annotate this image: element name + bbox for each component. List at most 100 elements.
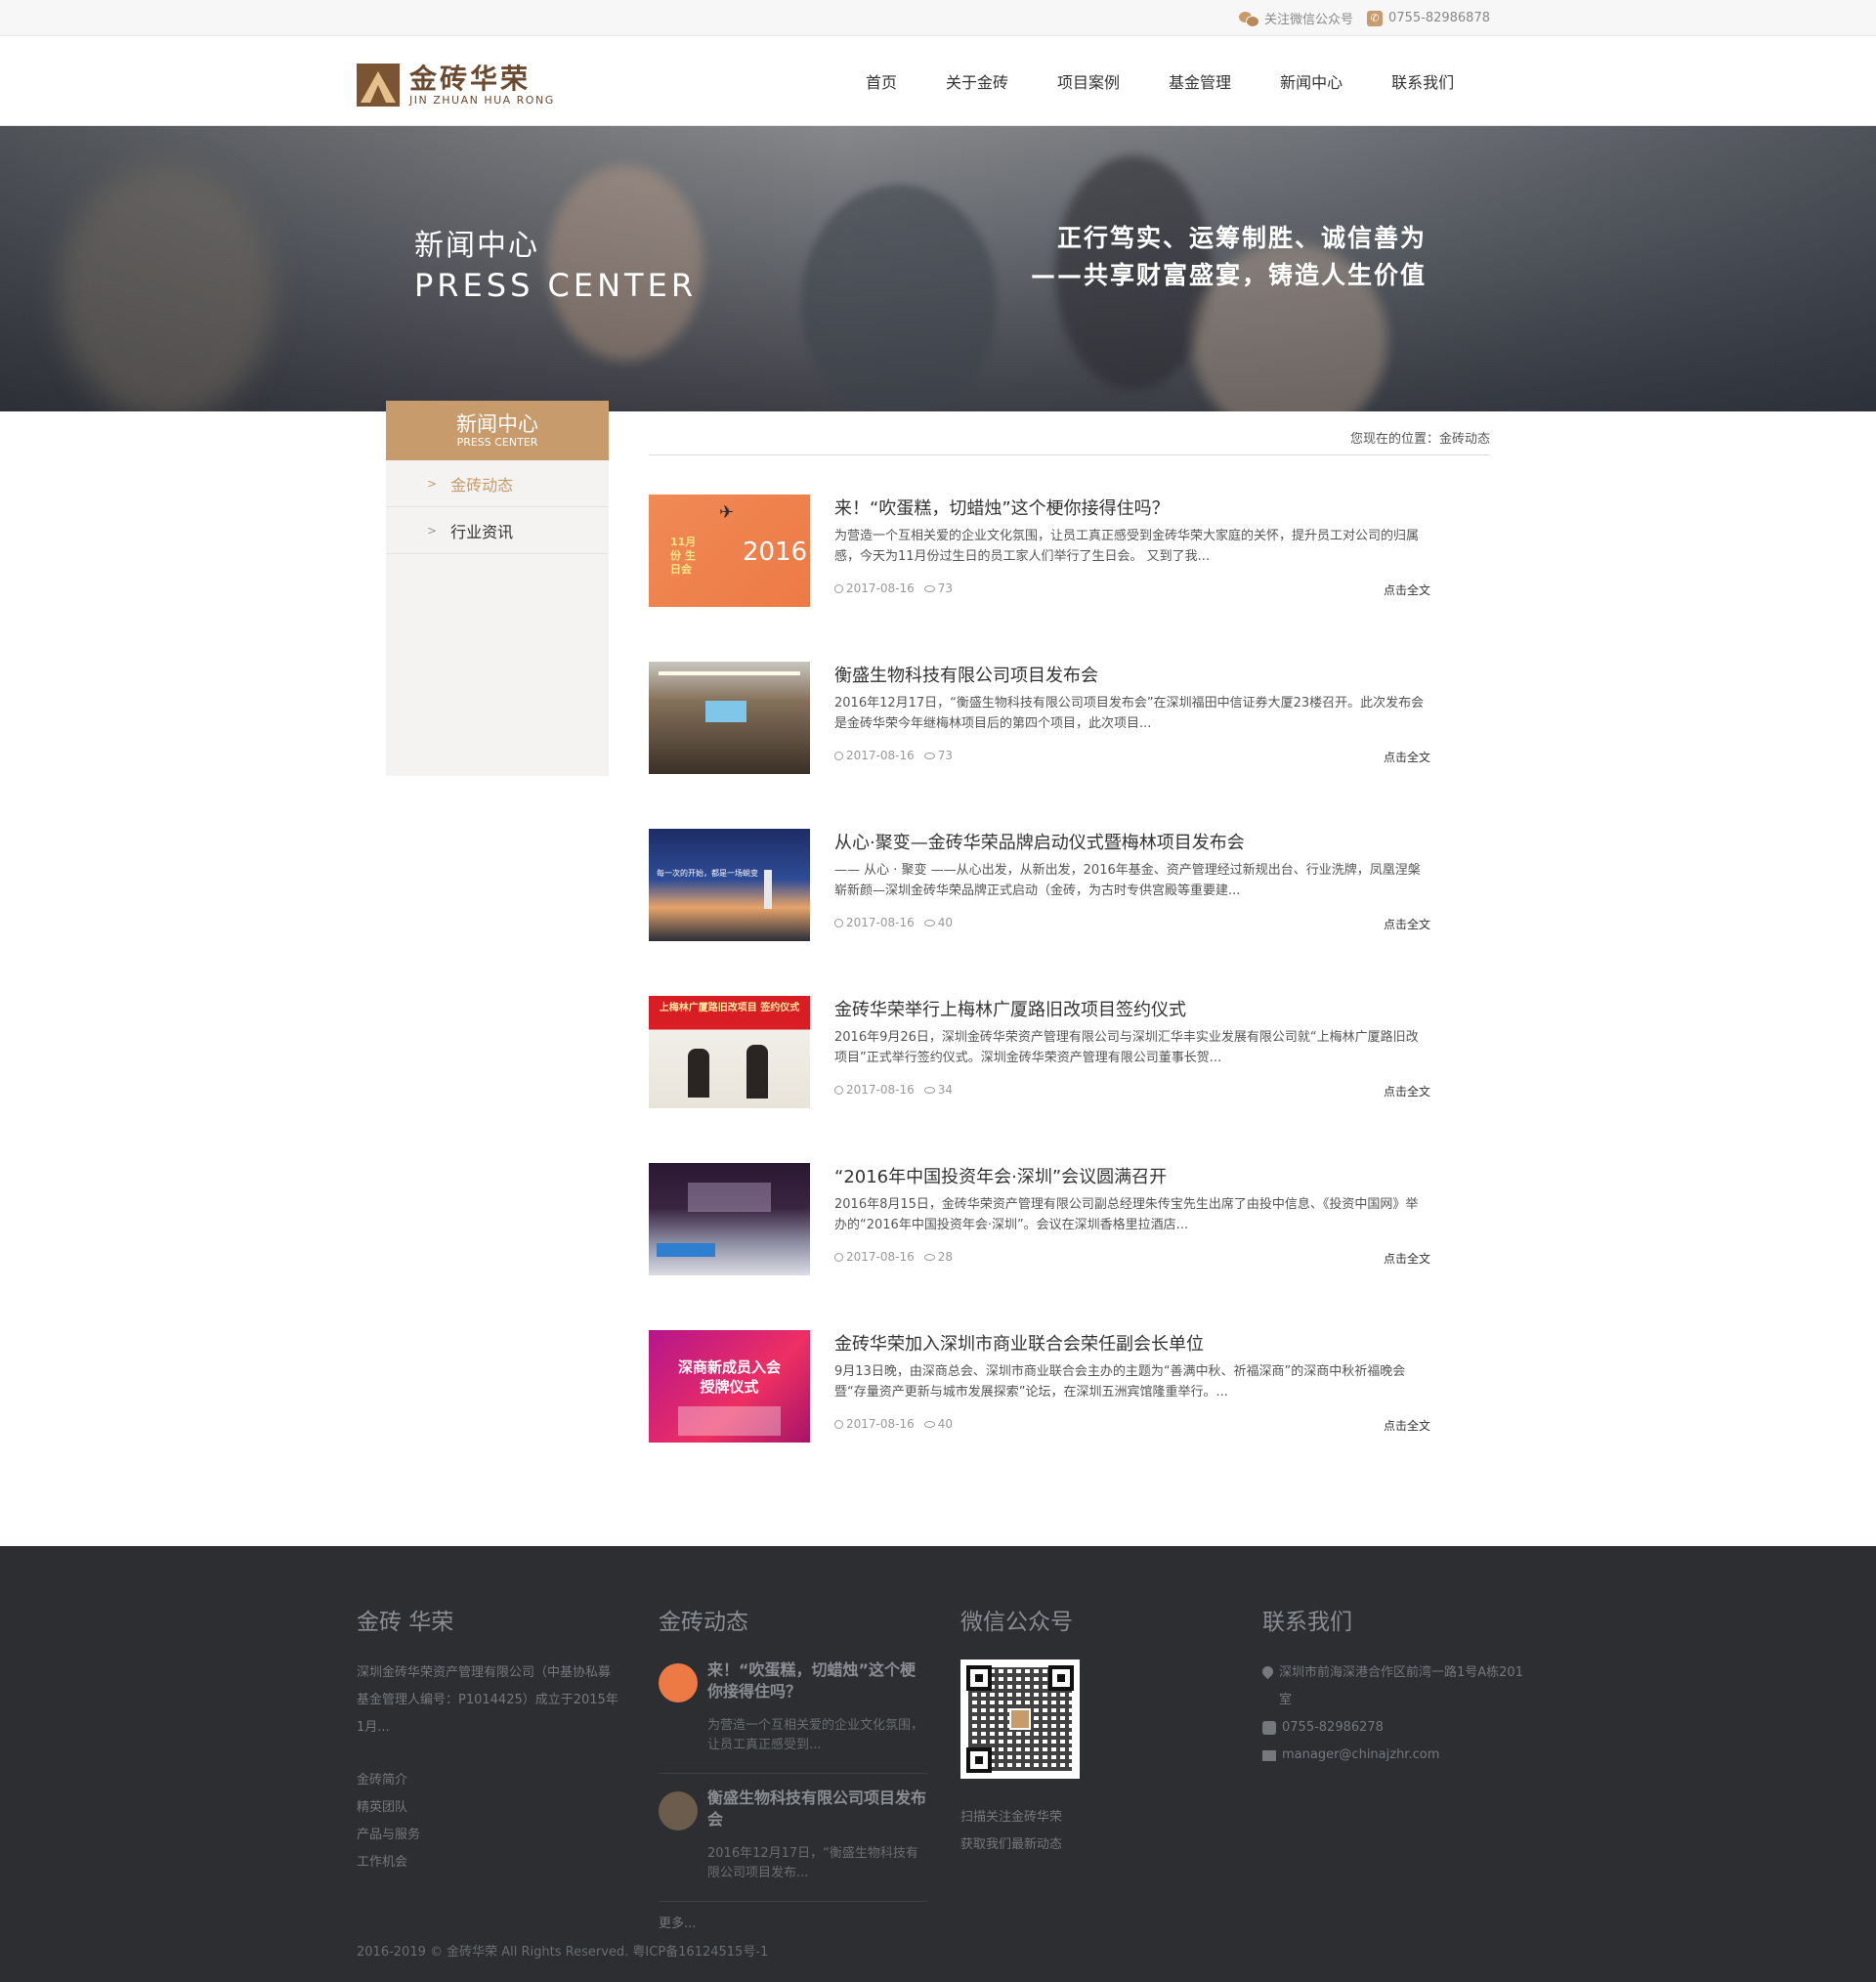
news-date: 2017-08-16: [834, 1083, 915, 1097]
footer-news-item[interactable]: 衡盛生物科技有限公司项目发布会 2016年12月17日，“衡盛生物科技有限公司项…: [659, 1788, 927, 1883]
news-views: 73: [923, 582, 953, 595]
news-item: 每一次的开始，都是一场蜕变 从心·聚变—金砖华荣品牌启动仪式暨梅林项目发布会 —…: [649, 829, 1430, 996]
envelope-icon: [1262, 1750, 1276, 1761]
footer-wechat-line-2: 获取我们最新动态: [960, 1837, 1063, 1852]
news-title[interactable]: 金砖华荣举行上梅林广厦路旧改项目签约仪式: [834, 996, 1186, 1021]
wechat-follow-link[interactable]: 关注微信公众号: [1239, 9, 1353, 27]
news-thumbnail[interactable]: 上梅林广厦路旧改项目 签约仪式: [649, 996, 810, 1108]
banner-figure: [801, 185, 997, 411]
news-thumbnail[interactable]: 深商新成员入会 授牌仪式: [649, 1330, 810, 1443]
news-views-text: 73: [937, 749, 954, 762]
footer-email[interactable]: manager@chinajzhr.com: [1262, 1742, 1526, 1769]
nav-item-about[interactable]: 关于金砖: [946, 69, 1008, 93]
banner-figure: [59, 165, 274, 411]
wechat-follow-label: 关注微信公众号: [1264, 13, 1354, 27]
read-more-link[interactable]: 点击全文: [1384, 916, 1430, 932]
site-logo[interactable]: 金砖华荣 JIN ZHUAN HUA RONG: [357, 64, 555, 107]
read-more-link[interactable]: 点击全文: [1384, 1250, 1430, 1267]
news-thumbnail[interactable]: [649, 1163, 810, 1275]
main-nav: 首页 关于金砖 项目案例 基金管理 新闻中心 联系我们: [866, 36, 1503, 126]
nav-item-contact[interactable]: 联系我们: [1391, 69, 1454, 93]
thumb-caption: 深商新成员入会 授牌仪式: [677, 1358, 781, 1396]
footer-news-more-link[interactable]: 更多...: [659, 1916, 927, 1933]
banner-title-cn: 新闻中心: [414, 229, 539, 263]
footer-email-text[interactable]: manager@chinajzhr.com: [1282, 1742, 1439, 1769]
clock-icon: [834, 1420, 843, 1429]
news-list: 11月份 生日会 2016 ✈ 来！“吹蛋糕，切蜡烛”这个梗你接得住吗？ 为营造…: [649, 495, 1430, 1497]
sidebar-item-industry-news[interactable]: > 行业资讯: [386, 507, 609, 554]
sidebar-item-company-news[interactable]: > 金砖动态: [386, 460, 609, 507]
top-bar-info: 关注微信公众号 ✆ 0755-82986878: [1239, 0, 1490, 36]
news-thumbnail[interactable]: [649, 662, 810, 774]
clock-icon: [834, 1253, 843, 1262]
footer-link-products[interactable]: 产品与服务: [357, 1822, 620, 1849]
nav-item-funds[interactable]: 基金管理: [1169, 69, 1231, 93]
news-title[interactable]: 来！“吹蛋糕，切蜡烛”这个梗你接得住吗？: [834, 495, 1170, 520]
footer-wechat-title: 微信公众号: [960, 1610, 1073, 1635]
news-title[interactable]: 衡盛生物科技有限公司项目发布会: [834, 662, 1098, 687]
news-item: 11月份 生日会 2016 ✈ 来！“吹蛋糕，切蜡烛”这个梗你接得住吗？ 为营造…: [649, 495, 1430, 662]
footer-link-team[interactable]: 精英团队: [357, 1794, 620, 1822]
top-phone-number: 0755-82986878: [1388, 11, 1490, 25]
footer-news-item[interactable]: 来！“吹蛋糕，切蜡烛”这个梗你接得住吗？ 为营造一个互相关爱的企业文化氛围，让员…: [659, 1659, 927, 1755]
read-more-link[interactable]: 点击全文: [1384, 582, 1430, 598]
eye-icon: [923, 920, 935, 926]
eye-icon: [923, 1087, 935, 1094]
footer-about: 金砖 华荣 深圳金砖华荣资产管理有限公司（中基协私募基金管理人编号：P10144…: [357, 1603, 620, 1876]
news-thumbnail[interactable]: 每一次的开始，都是一场蜕变: [649, 829, 810, 941]
footer-wechat-line-1: 扫描关注金砖华荣: [960, 1810, 1063, 1825]
footer-contact: 联系我们 深圳市前海深港合作区前湾一路1号A栋201室 0755-8298627…: [1259, 1603, 1526, 1769]
thumb-caption: 每一次的开始，都是一场蜕变: [657, 869, 758, 878]
plane-icon: ✈: [719, 502, 735, 523]
news-views: 73: [923, 749, 954, 762]
news-meta: 2017-08-16 40: [834, 1417, 953, 1431]
read-more-link[interactable]: 点击全文: [1384, 1417, 1430, 1434]
footer-link-jobs[interactable]: 工作机会: [357, 1849, 620, 1876]
footer-news-item-desc: 为营造一个互相关爱的企业文化氛围，让员工真正感受到...: [707, 1718, 924, 1752]
nav-item-home[interactable]: 首页: [866, 69, 897, 93]
footer-news-item-title[interactable]: 衡盛生物科技有限公司项目发布会: [707, 1788, 927, 1831]
news-desc: —— 从心 · 聚变 ——从心出发，从新出发，2016年基金、资产管理经过新规出…: [834, 863, 1421, 898]
news-title[interactable]: “2016年中国投资年会·深圳”会议圆满召开: [834, 1163, 1167, 1188]
nav-item-news[interactable]: 新闻中心: [1280, 69, 1343, 93]
news-views: 40: [923, 1417, 953, 1431]
news-meta: 2017-08-16 73: [834, 749, 953, 762]
copyright: 2016-2019 © 金砖华荣 All Rights Reserved. 粤I…: [357, 1945, 769, 1960]
news-item: “2016年中国投资年会·深圳”会议圆满召开 2016年8月15日，金砖华荣资产…: [649, 1163, 1430, 1330]
site-footer: 金砖 华荣 深圳金砖华荣资产管理有限公司（中基协私募基金管理人编号：P10144…: [0, 1546, 1876, 1982]
footer-divider: [659, 1901, 927, 1902]
read-more-link[interactable]: 点击全文: [1384, 749, 1430, 765]
news-meta: 2017-08-16 40: [834, 916, 953, 929]
sidebar-title-en: PRESS CENTER: [456, 436, 538, 449]
nav-item-cases[interactable]: 项目案例: [1057, 69, 1120, 93]
news-views: 34: [923, 1083, 953, 1097]
sidebar-item-label: 金砖动态: [450, 475, 514, 495]
news-meta: 2017-08-16 34: [834, 1083, 953, 1097]
news-title[interactable]: 金砖华荣加入深圳市商业联合会荣任副会长单位: [834, 1330, 1204, 1356]
news-thumbnail[interactable]: 11月份 生日会 2016 ✈: [649, 495, 810, 607]
logo-en: JIN ZHUAN HUA RONG: [409, 93, 555, 107]
news-date: 2017-08-16: [834, 582, 915, 595]
logo-mark-icon: [357, 64, 400, 107]
news-date: 2017-08-16: [834, 1250, 915, 1264]
arrow-right-icon: >: [427, 523, 438, 538]
footer-news-item-title[interactable]: 来！“吹蛋糕，切蜡烛”这个梗你接得住吗？: [707, 1659, 927, 1702]
phone-icon: ✆: [1367, 10, 1384, 26]
qr-logo-icon: [1009, 1708, 1031, 1730]
footer-divider: [659, 1773, 927, 1774]
news-title[interactable]: 从心·聚变—金砖华荣品牌启动仪式暨梅林项目发布会: [834, 829, 1245, 854]
footer-address-text: 深圳市前海深港合作区前湾一路1号A栋201室: [1279, 1665, 1523, 1707]
banner-slogan: 正行笃实、运筹制胜、诚信善为 ——共享财富盛宴，铸造人生价值: [1031, 220, 1427, 294]
news-desc: 2016年8月15日，金砖华荣资产管理有限公司副总经理朱传宝先生出席了由投中信息…: [834, 1197, 1419, 1232]
news-date-text: 2017-08-16: [846, 1083, 915, 1097]
news-desc: 2016年9月26日，深圳金砖华荣资产管理有限公司与深圳汇华丰实业发展有限公司就…: [834, 1030, 1419, 1065]
news-desc: 2016年12月17日，“衡盛生物科技有限公司项目发布会”在深圳福田中信证券大厦…: [834, 696, 1425, 731]
footer-link-intro[interactable]: 金砖简介: [357, 1767, 620, 1794]
thumb-stage: [688, 1183, 771, 1212]
clock-icon: [834, 584, 843, 593]
logo-cn: 金砖华荣: [409, 62, 532, 95]
qr-corner: [966, 1665, 992, 1691]
wechat-icon: [1239, 11, 1260, 27]
footer-news: 金砖动态 来！“吹蛋糕，切蜡烛”这个梗你接得住吗？ 为营造一个互相关爱的企业文化…: [659, 1603, 927, 1933]
read-more-link[interactable]: 点击全文: [1384, 1083, 1430, 1099]
